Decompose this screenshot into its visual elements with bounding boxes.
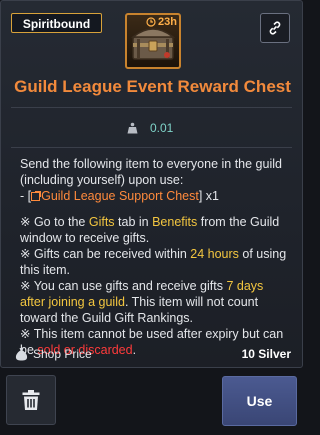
item-tooltip-panel: Spiritbound 23h Guild League Event Rewar… xyxy=(0,0,303,368)
trash-icon xyxy=(22,390,40,410)
divider xyxy=(11,107,292,108)
description-note-gifts: ※ Go to the Gifts tab in Benefits from t… xyxy=(20,215,280,245)
description-intro: Send the following item to everyone in t… xyxy=(20,157,282,203)
clock-icon xyxy=(146,17,156,27)
item-icon-frame: 23h xyxy=(125,13,181,69)
weight-icon xyxy=(127,122,138,134)
shop-price-row: Shop Price 10 Silver xyxy=(15,345,291,363)
use-button[interactable]: Use xyxy=(222,376,297,426)
item-description: Send the following item to everyone in t… xyxy=(20,156,288,358)
bind-type-badge: Spiritbound xyxy=(11,13,102,33)
expiry-timer: 23h xyxy=(146,16,177,28)
divider xyxy=(11,147,292,148)
link-item-button[interactable] xyxy=(260,13,290,43)
linked-item-guild-league-support-chest[interactable]: Guild League Support Chest xyxy=(31,189,199,203)
shop-price-label: Shop Price xyxy=(33,347,92,361)
money-bag-icon xyxy=(15,348,28,361)
chain-link-icon xyxy=(269,21,281,35)
item-weight: 0.01 xyxy=(127,121,173,135)
shop-price-value: 10 Silver xyxy=(241,347,291,361)
weight-value: 0.01 xyxy=(150,121,174,135)
discard-button[interactable] xyxy=(6,375,56,425)
item-title: Guild League Event Reward Chest xyxy=(14,77,291,96)
expiry-timer-text: 23h xyxy=(158,16,177,28)
external-link-icon xyxy=(31,191,42,201)
description-note-join-guild: ※ You can use gifts and receive gifts 7 … xyxy=(20,279,264,325)
description-note-time-limit: ※ Gifts can be received within 24 hours … xyxy=(20,247,287,277)
